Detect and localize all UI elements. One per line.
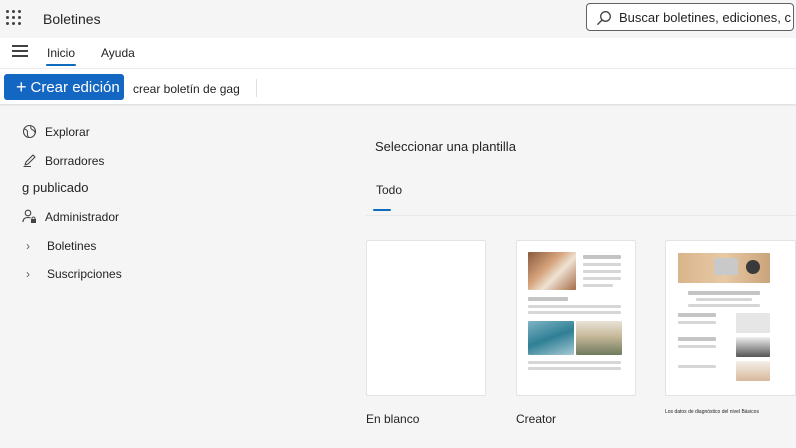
top-header: Boletines <box>0 0 796 38</box>
plus-icon: + <box>16 77 27 97</box>
template-card-blank[interactable] <box>366 240 486 396</box>
tab-divider <box>366 215 796 216</box>
template-card-basic[interactable] <box>665 240 796 396</box>
command-bar: + Crear edición crear boletín de gag <box>0 68 796 104</box>
sidebar-item-label: Boletines <box>47 239 97 253</box>
sidebar-item-label: Explorar <box>45 124 90 139</box>
template-label-creator: Creator <box>516 412 557 426</box>
create-edition-label: Crear edición <box>30 78 120 96</box>
sidebar-item-label: Borradores <box>45 153 105 168</box>
sidebar-item-drafts[interactable]: Borradores <box>22 153 104 168</box>
globe-icon <box>22 124 37 139</box>
create-newsletter-command[interactable]: crear boletín de gag <box>133 82 240 96</box>
tab-inicio[interactable]: Inicio <box>45 46 77 66</box>
ribbon-tabs: Inicio Ayuda <box>0 38 796 68</box>
active-tab-indicator <box>373 209 391 211</box>
app-launcher-icon[interactable] <box>6 10 22 26</box>
hamburger-menu-icon[interactable] <box>12 45 28 59</box>
sidebar-item-subscriptions[interactable]: › Suscripciones <box>26 267 122 281</box>
search-box[interactable] <box>586 3 794 31</box>
sidebar-item-label: Administrador <box>45 209 120 224</box>
sidebar-item-label: Suscripciones <box>47 267 122 281</box>
sidebar-item-newsletters[interactable]: › Boletines <box>26 239 96 253</box>
template-label-basic: Los datos de diagnóstico del nivel Básic… <box>665 409 759 415</box>
draft-pen-icon <box>23 154 36 167</box>
sidebar-item-explore[interactable]: Explorar <box>22 124 90 139</box>
sidebar-item-admin[interactable]: Administrador <box>22 209 119 224</box>
template-card-creator[interactable] <box>516 240 636 396</box>
create-edition-button[interactable]: + Crear edición <box>4 74 124 100</box>
template-label-blank: En blanco <box>366 412 420 426</box>
search-icon <box>597 11 611 25</box>
sidebar-item-published[interactable]: g publicado <box>22 180 89 195</box>
command-divider <box>256 79 257 97</box>
chevron-right-icon[interactable]: › <box>26 239 38 253</box>
page-title: Seleccionar una plantilla <box>375 139 516 154</box>
admin-person-lock-icon <box>22 209 36 223</box>
sidebar-item-label: g publicado <box>22 180 89 195</box>
tab-ayuda[interactable]: Ayuda <box>101 46 135 60</box>
search-input[interactable] <box>619 7 791 27</box>
app-title: Boletines <box>43 11 101 27</box>
tab-all[interactable]: Todo <box>376 183 402 197</box>
chevron-right-icon[interactable]: › <box>26 267 38 281</box>
